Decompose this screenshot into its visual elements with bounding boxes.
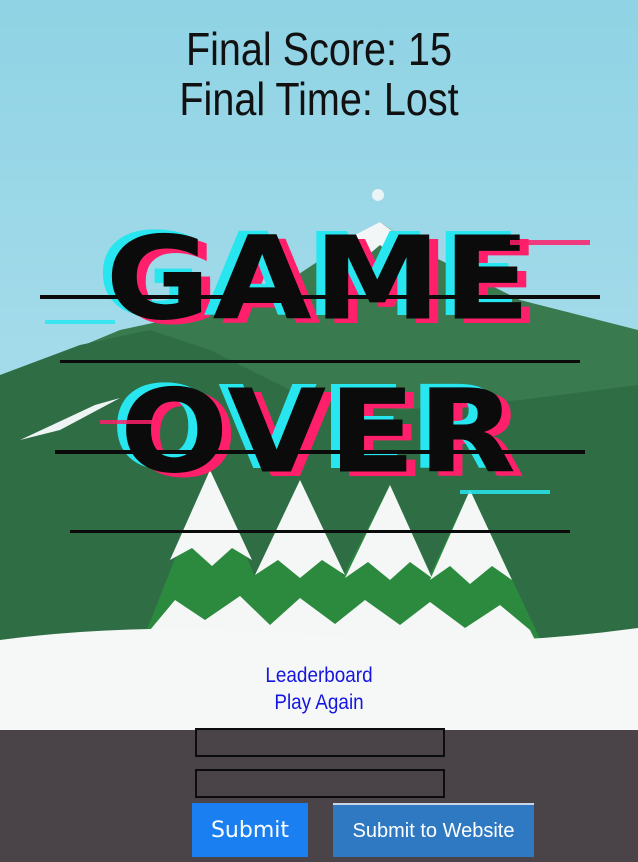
submit-button[interactable]: Submit (192, 803, 308, 857)
game-over-line-1: GAME (105, 212, 533, 347)
second-input[interactable] (195, 769, 445, 798)
final-time-label: Final Time: Lost (179, 73, 459, 125)
game-over-line-2: OVER (119, 365, 519, 500)
submit-to-website-button[interactable]: Submit to Website (333, 803, 534, 857)
leaderboard-link[interactable]: Leaderboard (32, 664, 606, 688)
play-again-link[interactable]: Play Again (32, 691, 606, 715)
name-input[interactable] (195, 728, 445, 757)
final-score-label: Final Score: 15 (185, 23, 453, 75)
